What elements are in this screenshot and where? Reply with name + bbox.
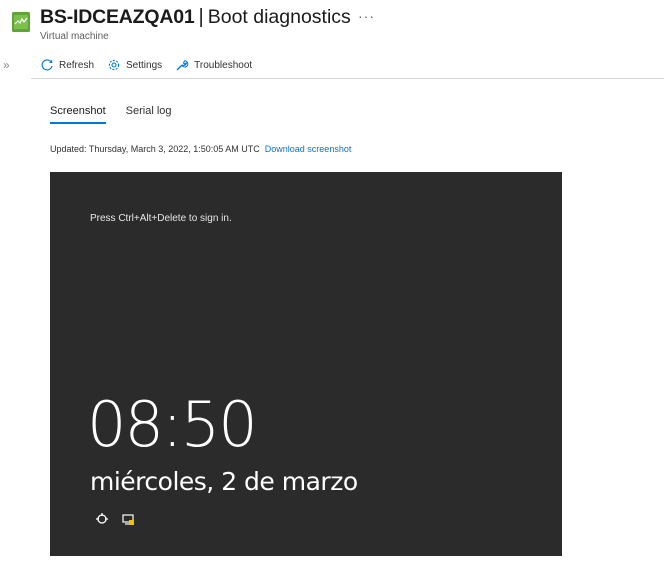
settings-label: Settings xyxy=(126,59,163,71)
network-icon xyxy=(121,512,135,531)
lock-screen-date: miércoles, 2 de marzo xyxy=(90,467,358,496)
refresh-button[interactable]: Refresh xyxy=(40,58,94,72)
updated-timestamp: Updated: Thursday, March 3, 2022, 1:50:0… xyxy=(50,144,260,154)
status-line: Updated: Thursday, March 3, 2022, 1:50:0… xyxy=(50,144,351,154)
title-separator: | xyxy=(198,6,204,28)
tab-strip: Screenshot Serial log xyxy=(50,105,192,124)
wrench-icon xyxy=(176,60,189,71)
gear-icon xyxy=(108,59,120,71)
download-screenshot-link[interactable]: Download screenshot xyxy=(265,144,352,154)
resource-type-label: Virtual machine xyxy=(40,31,109,42)
page-name: Boot diagnostics xyxy=(207,6,351,28)
troubleshoot-button[interactable]: Troubleshoot xyxy=(175,58,252,72)
tab-serial-log[interactable]: Serial log xyxy=(126,105,172,124)
command-bar-divider xyxy=(31,78,664,79)
expand-menu-button[interactable]: » xyxy=(3,58,10,72)
resource-name: BS-IDCEAZQA01 xyxy=(40,6,195,28)
boot-screenshot: Press Ctrl+Alt+Delete to sign in. 08:50 … xyxy=(50,172,562,556)
lock-screen-icons xyxy=(95,512,147,531)
tab-screenshot[interactable]: Screenshot xyxy=(50,105,106,124)
lock-screen-time: 08:50 xyxy=(87,388,258,461)
refresh-icon xyxy=(41,59,53,71)
virtual-machine-icon xyxy=(12,12,30,32)
refresh-label: Refresh xyxy=(59,59,95,71)
sign-in-hint: Press Ctrl+Alt+Delete to sign in. xyxy=(90,213,232,224)
more-options-button[interactable]: ··· xyxy=(358,8,375,24)
blade-header: BS-IDCEAZQA01 | Boot diagnostics ··· Virtu… xyxy=(0,0,664,52)
troubleshoot-label: Troubleshoot xyxy=(194,59,253,71)
accessibility-icon xyxy=(95,512,109,531)
command-bar: Refresh Settings Troubleshoot xyxy=(40,55,265,75)
settings-button[interactable]: Settings xyxy=(107,58,162,72)
page-title: BS-IDCEAZQA01 | Boot diagnostics xyxy=(40,6,351,29)
